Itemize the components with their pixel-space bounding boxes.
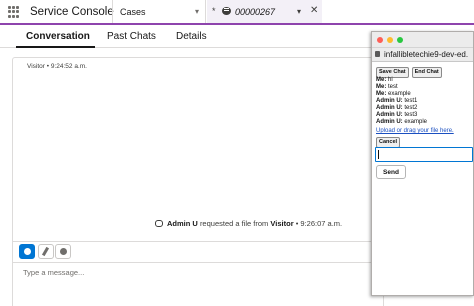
chat-log-line: Me: hi [376,77,472,84]
upload-file-link[interactable]: Upload or drag your file here. [376,128,454,134]
navigation-menu[interactable]: Cases ▾ [112,0,206,25]
chevron-down-icon: ▾ [195,7,200,16]
app-launcher-icon[interactable] [8,6,19,18]
event-actor: Admin U [167,219,198,228]
address-bar[interactable]: infallibletechie9-dev-ed. [372,48,473,62]
chat-log: Me: hi Me: test Me: example Admin U: tes… [376,77,472,126]
log-sender: Admin U: [376,119,403,125]
log-message: test1 [404,98,418,104]
log-message: example [404,119,428,125]
log-message: test3 [404,112,418,118]
tab-details[interactable]: Details [176,31,207,42]
file-request-event: Admin U requested a file from Visitor • … [155,219,342,228]
log-sender: Admin U: [376,98,403,104]
event-text: requested a file from [199,219,269,228]
chat-log-line: Admin U: test2 [376,105,472,112]
chat-log-line: Me: test [376,84,472,91]
log-sender: Admin U: [376,105,403,111]
event-target: Visitor [270,219,294,228]
lock-icon [375,51,380,57]
tab-conversation[interactable]: Conversation [26,31,90,42]
minimize-window-icon[interactable] [387,37,393,43]
text-caret [378,150,379,159]
log-sender: Me: [376,91,387,97]
console-header: Service Console Cases ▾ * 00000267 ▾ ✕ [0,0,474,25]
log-message: test2 [404,105,418,111]
log-sender: Admin U: [376,112,403,118]
navigation-menu-label: Cases [120,7,146,17]
workspace-tab-label: 00000267 [235,7,276,17]
message-input-placeholder: Type a message... [23,268,85,277]
visitor-chat-window: infallibletechie9-dev-ed. Save Chat End … [371,31,474,296]
address-bar-url: infallibletechie9-dev-ed. [384,50,469,59]
request-file-button[interactable] [38,244,54,259]
chat-log-line: Admin U: example [376,119,472,126]
close-tab-icon[interactable]: ✕ [310,5,318,16]
accent-bar [0,23,474,25]
log-sender: Me: [376,84,387,90]
message-input[interactable]: Type a message... [13,262,383,306]
workspace-tab[interactable]: * 00000267 ▾ ✕ [207,0,322,25]
close-window-icon[interactable] [377,37,383,43]
visitor-message-meta: Visitor • 9:24:52 a.m. [27,63,87,70]
app-name: Service Console [30,6,114,18]
send-button[interactable]: Send [376,165,406,179]
request-file-icon [41,246,50,257]
log-sender: Me: [376,77,387,83]
unsaved-indicator: * [212,6,216,16]
tab-menu-chevron-icon[interactable]: ▾ [297,7,301,16]
attachment-icon [155,220,163,227]
chat-log-line: Admin U: test3 [376,112,472,119]
chat-icon [222,7,231,15]
quick-text-icon [24,248,31,255]
tab-past-chats[interactable]: Past Chats [107,31,156,42]
active-tab-indicator [16,46,95,48]
chat-log-line: Me: example [376,91,472,98]
zoom-window-icon[interactable] [397,37,403,43]
log-message: test [388,84,398,90]
log-message: example [388,91,411,97]
quick-text-button[interactable] [19,244,35,259]
event-time: • 9:26:07 a.m. [295,219,343,228]
log-message: hi [388,77,393,83]
chat-log-line: Admin U: test1 [376,98,472,105]
window-titlebar [372,32,473,48]
chat-bubble-icon [60,248,67,255]
chat-message-button[interactable] [55,244,71,259]
chat-text-input[interactable] [375,147,473,162]
